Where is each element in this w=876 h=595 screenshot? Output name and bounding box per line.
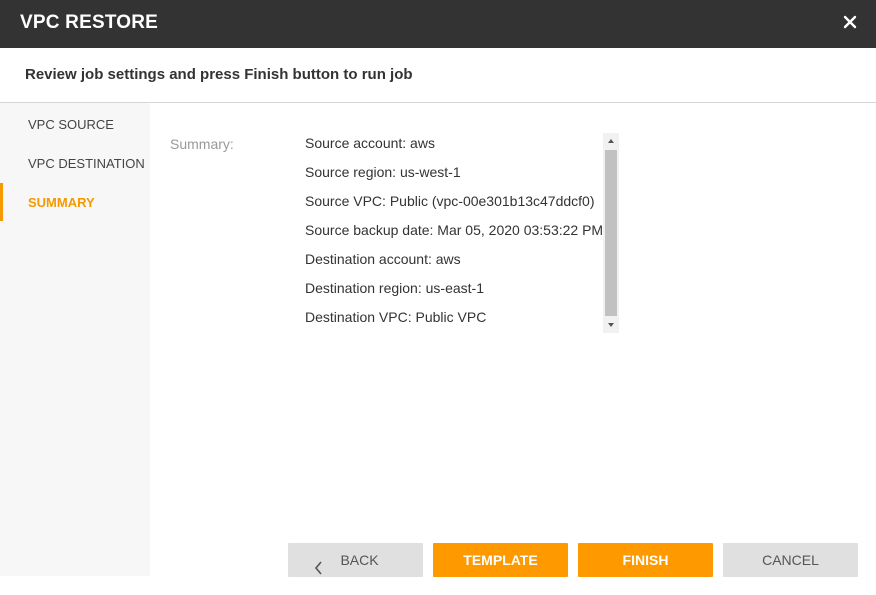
sidebar-item-label: SUMMARY xyxy=(28,195,95,210)
summary-line: Source region: us-west-1 xyxy=(305,164,461,180)
scroll-down-arrow-icon[interactable] xyxy=(603,317,619,333)
instruction-text: Review job settings and press Finish but… xyxy=(25,66,413,83)
summary-line: Destination VPC: Public VPC xyxy=(305,309,487,325)
scrollbar-thumb[interactable] xyxy=(605,150,617,316)
sidebar-item-vpc-source[interactable]: VPC SOURCE xyxy=(0,105,150,143)
finish-button[interactable]: FINISH xyxy=(578,543,713,577)
summary-line: Source account: aws xyxy=(305,135,435,151)
scroll-up-arrow-icon[interactable] xyxy=(603,133,619,149)
summary-scrollbar[interactable] xyxy=(603,133,619,333)
instruction-header: Review job settings and press Finish but… xyxy=(0,48,876,103)
back-button-label: BACK xyxy=(340,552,379,568)
sidebar-item-label: VPC SOURCE xyxy=(28,117,114,132)
cancel-button-label: CANCEL xyxy=(762,552,819,568)
cancel-button[interactable]: CANCEL xyxy=(723,543,858,577)
close-icon[interactable] xyxy=(842,14,858,30)
back-button[interactable]: BACK xyxy=(288,543,423,577)
dialog-title: VPC RESTORE xyxy=(20,12,159,33)
chevron-left-icon xyxy=(314,553,324,575)
finish-button-label: FINISH xyxy=(622,552,669,568)
sidebar-item-label: VPC DESTINATION xyxy=(28,156,145,171)
summary-line: Source VPC: Public (vpc-00e301b13c47ddcf… xyxy=(305,193,595,209)
wizard-sidebar: VPC SOURCE VPC DESTINATION SUMMARY xyxy=(0,103,150,576)
template-button[interactable]: TEMPLATE xyxy=(433,543,568,577)
sidebar-item-summary[interactable]: SUMMARY xyxy=(0,183,150,221)
summary-line: Destination account: aws xyxy=(305,251,461,267)
summary-line: Destination region: us-east-1 xyxy=(305,280,484,296)
summary-line: Source backup date: Mar 05, 2020 03:53:2… xyxy=(305,222,604,238)
dialog-titlebar: VPC RESTORE xyxy=(0,0,876,48)
template-button-label: TEMPLATE xyxy=(463,552,538,568)
summary-label: Summary: xyxy=(170,136,234,152)
summary-text-area[interactable]: Source account: aws Source region: us-we… xyxy=(296,133,619,333)
sidebar-item-vpc-destination[interactable]: VPC DESTINATION xyxy=(0,144,150,182)
